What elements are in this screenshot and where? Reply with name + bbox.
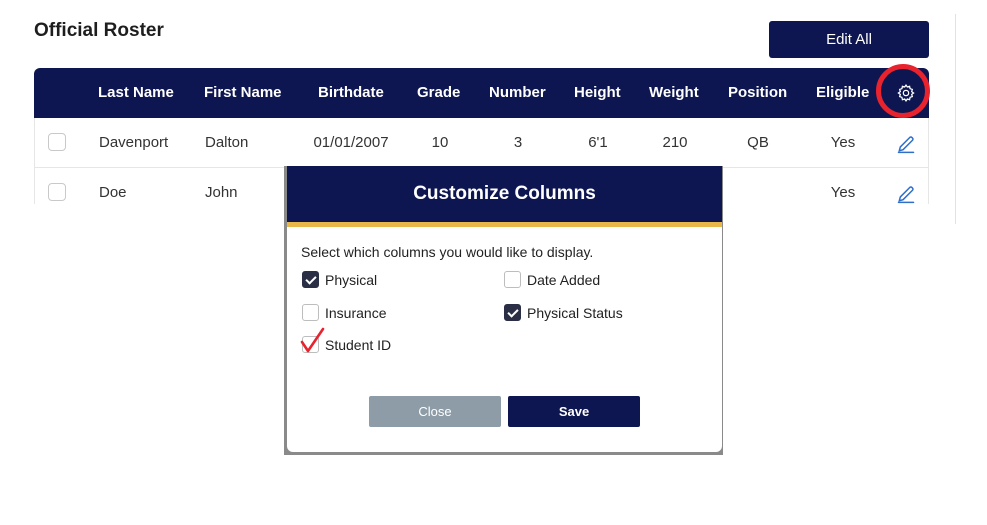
option-label: Physical [325, 271, 378, 288]
column-header-position[interactable]: Position [728, 68, 787, 118]
table-header: Last Name First Name Birthdate Grade Num… [34, 68, 929, 118]
column-header-first-name[interactable]: First Name [204, 68, 282, 118]
modal-description: Select which columns you would like to d… [301, 244, 594, 260]
checkbox-insurance[interactable] [302, 304, 319, 321]
cell-position: QB [747, 134, 769, 151]
modal-header: Customize Columns [287, 166, 722, 227]
cell-birthdate: 01/01/2007 [313, 134, 389, 151]
cell-last-name: Doe [99, 184, 127, 201]
cell-eligible: Yes [830, 134, 856, 151]
cell-grade: 10 [431, 134, 449, 151]
column-header-height[interactable]: Height [574, 68, 621, 118]
edit-all-button[interactable]: Edit All [769, 21, 929, 58]
column-header-grade[interactable]: Grade [417, 68, 460, 118]
option-physical-status[interactable]: Physical Status [504, 304, 623, 321]
cell-first-name: John [205, 184, 238, 201]
save-button[interactable]: Save [508, 396, 640, 427]
settings-annotation-circle [876, 64, 930, 118]
column-header-number[interactable]: Number [489, 68, 546, 118]
cell-height: 6'1 [588, 134, 608, 151]
modal-title: Customize Columns [413, 183, 596, 204]
checkbox-student-id[interactable] [300, 327, 325, 353]
table-row: Davenport Dalton 01/01/2007 10 3 6'1 210… [34, 118, 929, 168]
page-title: Official Roster [34, 20, 164, 41]
cell-number: 3 [513, 134, 523, 151]
option-label: Insurance [325, 304, 387, 321]
cell-last-name: Davenport [99, 134, 169, 151]
checkbox-physical-status[interactable] [504, 304, 521, 321]
column-header-eligible[interactable]: Eligible [816, 68, 869, 118]
cell-eligible: Yes [830, 184, 856, 201]
option-date-added[interactable]: Date Added [504, 271, 600, 288]
row-checkbox[interactable] [48, 183, 66, 201]
red-checkmark-icon [300, 327, 325, 353]
row-checkbox[interactable] [48, 133, 66, 151]
edit-pencil-icon[interactable] [896, 184, 916, 204]
cell-first-name: Dalton [205, 134, 249, 151]
option-student-id[interactable]: Student ID [300, 327, 392, 353]
close-button[interactable]: Close [369, 396, 501, 427]
edit-pencil-icon[interactable] [896, 134, 916, 154]
option-label: Date Added [527, 271, 601, 288]
option-label: Physical Status [527, 304, 623, 321]
customize-columns-modal: Customize Columns Select which columns y… [287, 166, 722, 452]
checkbox-date-added[interactable] [504, 271, 521, 288]
column-header-weight[interactable]: Weight [649, 68, 699, 118]
right-divider [955, 14, 956, 224]
option-label: Student ID [325, 336, 392, 353]
column-header-last-name[interactable]: Last Name [98, 68, 174, 118]
checkbox-physical[interactable] [302, 271, 319, 288]
cell-weight: 210 [662, 134, 688, 151]
column-header-birthdate[interactable]: Birthdate [318, 68, 384, 118]
option-insurance[interactable]: Insurance [302, 304, 386, 321]
option-physical[interactable]: Physical [302, 271, 377, 288]
